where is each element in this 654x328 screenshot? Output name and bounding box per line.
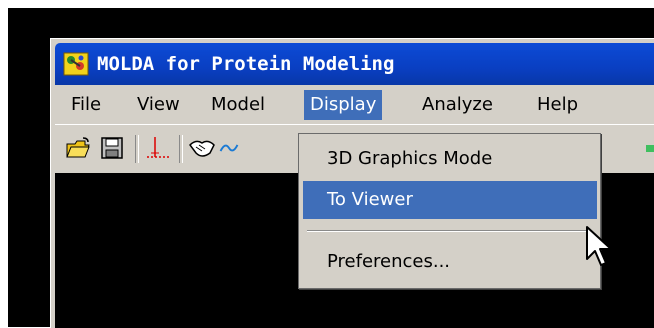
app-icon [63,52,89,76]
menu-item-3d-graphics-mode[interactable]: 3D Graphics Mode [299,140,600,178]
window-title: MOLDA for Protein Modeling [97,53,395,75]
toolbar-separator [179,135,183,163]
menu-analyze[interactable]: Analyze [416,90,499,120]
toolbar-overflow-icon[interactable] [645,133,654,163]
open-folder-icon[interactable] [63,133,93,163]
handshake-icon[interactable] [187,133,217,163]
mouse-pointer-icon [586,226,612,266]
menu-file[interactable]: File [65,90,107,120]
menu-model[interactable]: Model [205,90,271,120]
menu-item-to-viewer[interactable]: To Viewer [303,181,597,219]
menu-item-preferences[interactable]: Preferences... [299,243,600,281]
menu-display[interactable]: Display [304,90,383,120]
wave-icon[interactable] [219,133,239,163]
menu-bar: File View Model Display Analyze Help [55,86,654,124]
menu-view[interactable]: View [131,90,186,120]
title-bar[interactable]: MOLDA for Protein Modeling [55,43,654,85]
toolbar-separator [135,135,139,163]
display-menu-dropdown: 3D Graphics Mode To Viewer Preferences..… [298,133,601,289]
menu-help[interactable]: Help [531,90,584,120]
axes-icon[interactable] [143,133,173,163]
save-disk-icon[interactable] [97,133,127,163]
menu-separator [307,230,591,232]
